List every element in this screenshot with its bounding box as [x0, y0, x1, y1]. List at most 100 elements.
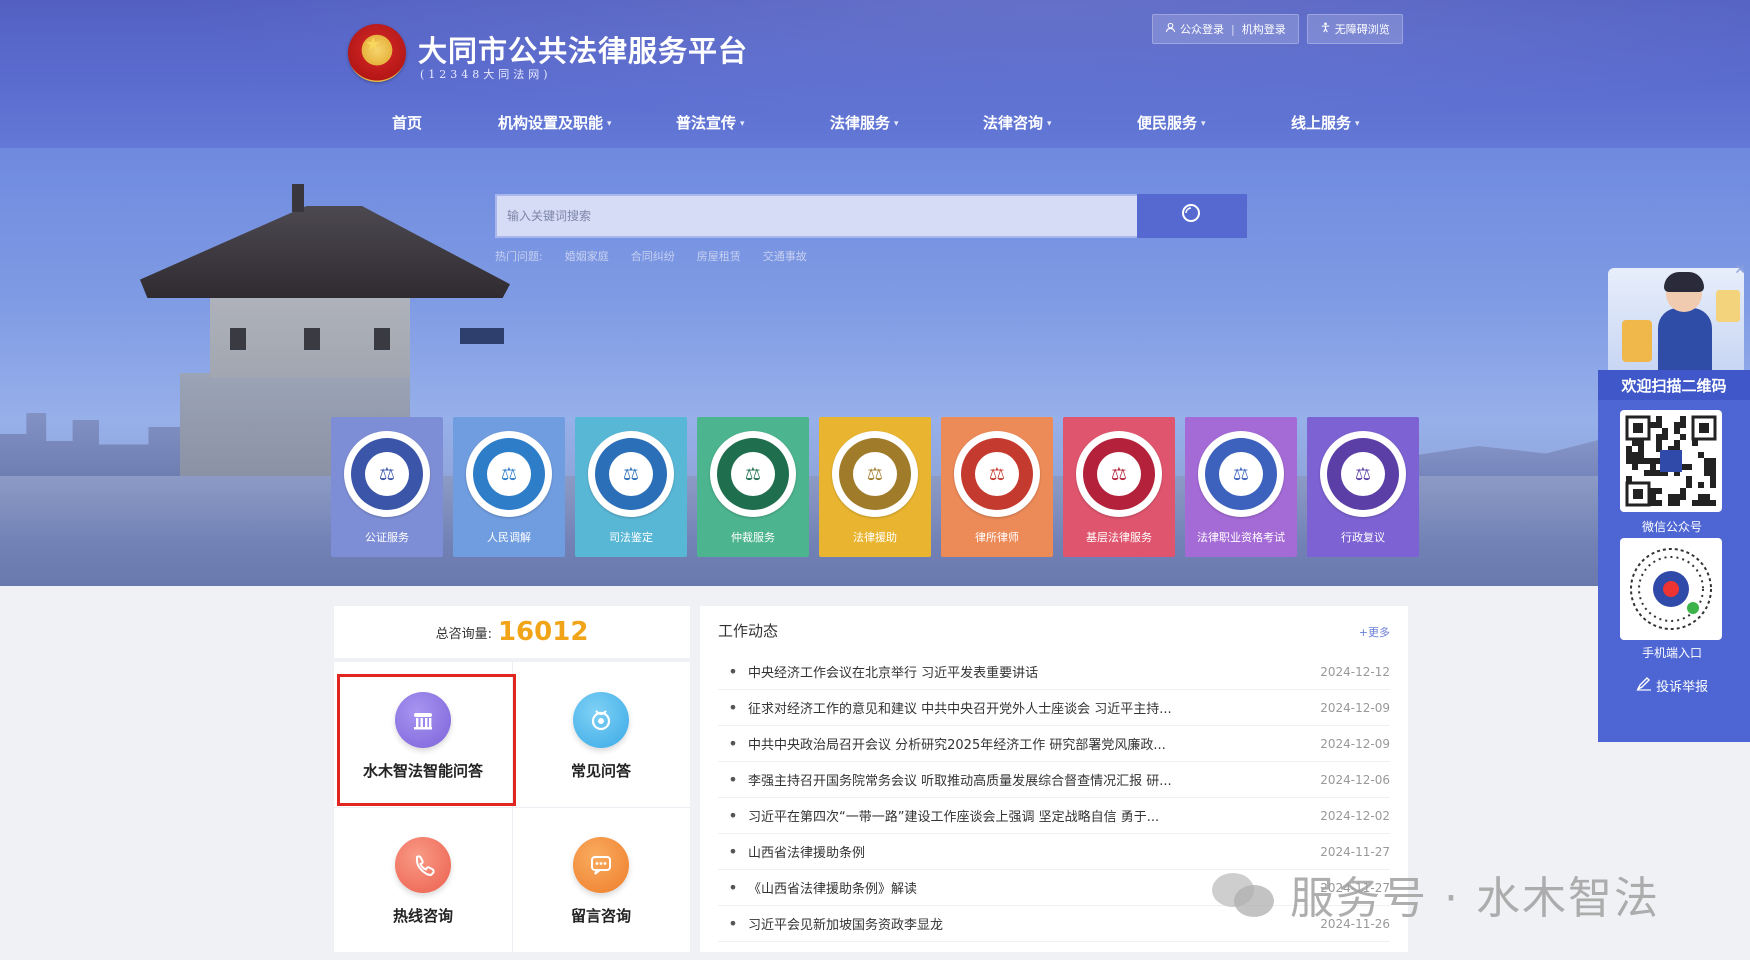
service-badge-icon: ⚖: [954, 431, 1040, 517]
bullet-icon: •: [728, 734, 738, 753]
news-headline[interactable]: 中共中央政治局召开会议 分析研究2025年经济工作 研究部署党风廉政...: [748, 734, 1300, 753]
edit-icon: [1636, 677, 1656, 695]
news-headline[interactable]: 征求对经济工作的意见和建议 中共中央召开党外人士座谈会 习近平主持...: [748, 698, 1300, 717]
watermark-text: 服务号 · 水木智法: [1290, 873, 1660, 924]
scales-of-justice-icon: [1622, 320, 1652, 362]
site-title[interactable]: 大同市公共法律服务平台: [418, 28, 748, 70]
nav-item-legal-services[interactable]: 法律服务 ▾: [830, 112, 899, 133]
bullet-icon: •: [728, 770, 738, 789]
tower-window: [304, 328, 320, 350]
search-button[interactable]: [1137, 194, 1247, 238]
org-login-link[interactable]: 机构登录: [1242, 21, 1286, 37]
nav-item-public-services[interactable]: 便民服务 ▾: [1137, 112, 1206, 133]
nav-item-institutions[interactable]: 机构设置及职能 ▾: [498, 112, 612, 133]
service-tile[interactable]: ⚖ 司法鉴定: [575, 417, 687, 557]
accessibility-icon: [1320, 22, 1331, 36]
news-row[interactable]: • 李强主持召开国务院常务会议 听取推动高质量发展综合督查情况汇报 研... 202…: [718, 762, 1390, 798]
service-tile[interactable]: ⚖ 公证服务: [331, 417, 443, 557]
hot-term[interactable]: 合同纠纷: [631, 248, 675, 264]
news-more-link[interactable]: +更多: [1359, 624, 1390, 640]
nav-item-legal-consult[interactable]: 法律咨询 ▾: [983, 112, 1052, 133]
nav-label: 线上服务: [1291, 114, 1352, 132]
service-tile-label: 司法鉴定: [609, 531, 653, 544]
badge-core: ⚖: [365, 452, 409, 496]
faq-button[interactable]: 常见问答: [512, 662, 690, 807]
news-row[interactable]: • 中央经济工作会议在北京举行 习近平发表重要讲话 2024-12-12: [718, 654, 1390, 690]
service-badge-icon: ⚖: [1320, 431, 1406, 517]
message-button[interactable]: 留言咨询: [512, 807, 690, 952]
qr-panel-body: 微信公众号 手机端入口 投诉举报: [1598, 400, 1750, 742]
wechat-icon: [1212, 869, 1276, 919]
news-headline[interactable]: 李强主持召开国务院常务会议 听取推动高质量发展综合督查情况汇报 研...: [748, 770, 1300, 789]
message-icon: [573, 837, 629, 893]
nav-item-online-services[interactable]: 线上服务 ▾: [1291, 112, 1360, 133]
report-link[interactable]: 投诉举报: [1598, 676, 1746, 695]
search-input[interactable]: [495, 194, 1137, 238]
service-tile[interactable]: ⚖ 法律援助: [819, 417, 931, 557]
public-login-link[interactable]: 公众登录: [1180, 21, 1224, 37]
bullet-icon: •: [728, 662, 738, 681]
service-badge-icon: ⚖: [466, 431, 552, 517]
badge-core: ⚖: [487, 452, 531, 496]
service-tile[interactable]: ⚖ 行政复议: [1307, 417, 1419, 557]
service-tile[interactable]: ⚖ 律所律师: [941, 417, 1053, 557]
service-badge-icon: ⚖: [344, 431, 430, 517]
phone-icon: [395, 837, 451, 893]
tower-window: [230, 328, 246, 350]
service-tile-label: 公证服务: [365, 531, 409, 544]
news-headline[interactable]: 习近平在第四次“一带一路”建设工作座谈会上强调 坚定战略自信 勇于...: [748, 806, 1300, 825]
qr-heading: 欢迎扫描二维码: [1598, 370, 1750, 400]
news-date: 2024-11-27: [1320, 844, 1390, 859]
service-tile[interactable]: ⚖ 基层法律服务: [1063, 417, 1175, 557]
wechat-label: 微信公众号: [1641, 520, 1702, 534]
news-row[interactable]: • 中共中央政治局召开会议 分析研究2025年经济工作 研究部署党风廉政... 20…: [718, 726, 1390, 762]
service-badge-icon: ⚖: [588, 431, 674, 517]
chevron-down-icon: ▾: [1047, 118, 1052, 129]
badge-ring: ⚖: [351, 438, 423, 510]
badge-core: ⚖: [609, 452, 653, 496]
lawyer-hair: [1664, 272, 1704, 292]
news-date: 2024-12-02: [1320, 808, 1390, 823]
main-nav: 首页 机构设置及职能 ▾ 普法宣传 ▾ 法律服务 ▾ 法律咨询 ▾ 便民服务 ▾ 线上服务…: [0, 112, 1750, 142]
service-tile-label: 仲裁服务: [731, 531, 775, 544]
news-date: 2024-12-09: [1320, 700, 1390, 715]
consult-count-box: 总咨询量: 16012: [334, 606, 690, 658]
close-icon[interactable]: ✕: [1734, 262, 1746, 278]
service-badge-icon: ⚖: [1198, 431, 1284, 517]
ai-qa-button[interactable]: 水木智法智能问答: [334, 662, 512, 807]
news-date: 2024-12-09: [1320, 736, 1390, 751]
hot-questions: 热门问题: 婚姻家庭 合同纠纷 房屋租赁 交通事故: [495, 248, 807, 264]
nav-item-home[interactable]: 首页: [392, 112, 422, 133]
bullet-icon: •: [728, 914, 738, 933]
nav-label: 机构设置及职能: [498, 114, 604, 132]
hot-term[interactable]: 婚姻家庭: [565, 248, 609, 264]
badge-ring: ⚖: [473, 438, 545, 510]
count-value: 16012: [497, 617, 589, 647]
tower-roof: [140, 206, 510, 298]
service-tile[interactable]: ⚖ 法律职业资格考试: [1185, 417, 1297, 557]
count-label: 总咨询量:: [435, 626, 492, 642]
chevron-down-icon: ▾: [740, 118, 745, 129]
mobile-label: 手机端入口: [1641, 646, 1702, 660]
wechat-watermark: 服务号 · 水木智法: [1212, 862, 1660, 926]
service-tiles: ⚖ 公证服务 ⚖ 人民调解 ⚖ 司法鉴定 ⚖ 仲裁服务 ⚖ 法律援助 ⚖ 律所律师 ⚖ 基层法律服务 ⚖ 法律…: [331, 417, 1419, 557]
chevron-down-icon: ▾: [1201, 118, 1206, 129]
news-row[interactable]: • 习近平在第四次“一带一路”建设工作座谈会上强调 坚定战略自信 勇于... 202…: [718, 798, 1390, 834]
news-headline[interactable]: 山西省法律援助条例: [748, 842, 1300, 861]
accessibility-button[interactable]: 无障碍浏览: [1306, 14, 1403, 44]
hot-term[interactable]: 房屋租赁: [697, 248, 741, 264]
hot-term[interactable]: 交通事故: [763, 248, 807, 264]
service-badge-icon: ⚖: [710, 431, 796, 517]
news-row[interactable]: • 征求对经济工作的意见和建议 中共中央召开党外人士座谈会 习近平主持... 202…: [718, 690, 1390, 726]
lawyer-body: [1658, 308, 1712, 376]
service-tile[interactable]: ⚖ 仲裁服务: [697, 417, 809, 557]
service-tile[interactable]: ⚖ 人民调解: [453, 417, 565, 557]
search-bar: [495, 194, 1247, 238]
nav-label: 普法宣传: [676, 114, 737, 132]
hotline-button[interactable]: 热线咨询: [334, 807, 512, 952]
nav-label: 首页: [392, 114, 423, 132]
news-headline[interactable]: 中央经济工作会议在北京举行 习近平发表重要讲话: [748, 662, 1300, 681]
site-header: ★ 大同市公共法律服务平台 (12348大同法网) 公众登录 | 机构登录 无障…: [0, 0, 1750, 148]
nav-item-law-publicity[interactable]: 普法宣传 ▾: [676, 112, 745, 133]
badge-core: ⚖: [975, 452, 1019, 496]
